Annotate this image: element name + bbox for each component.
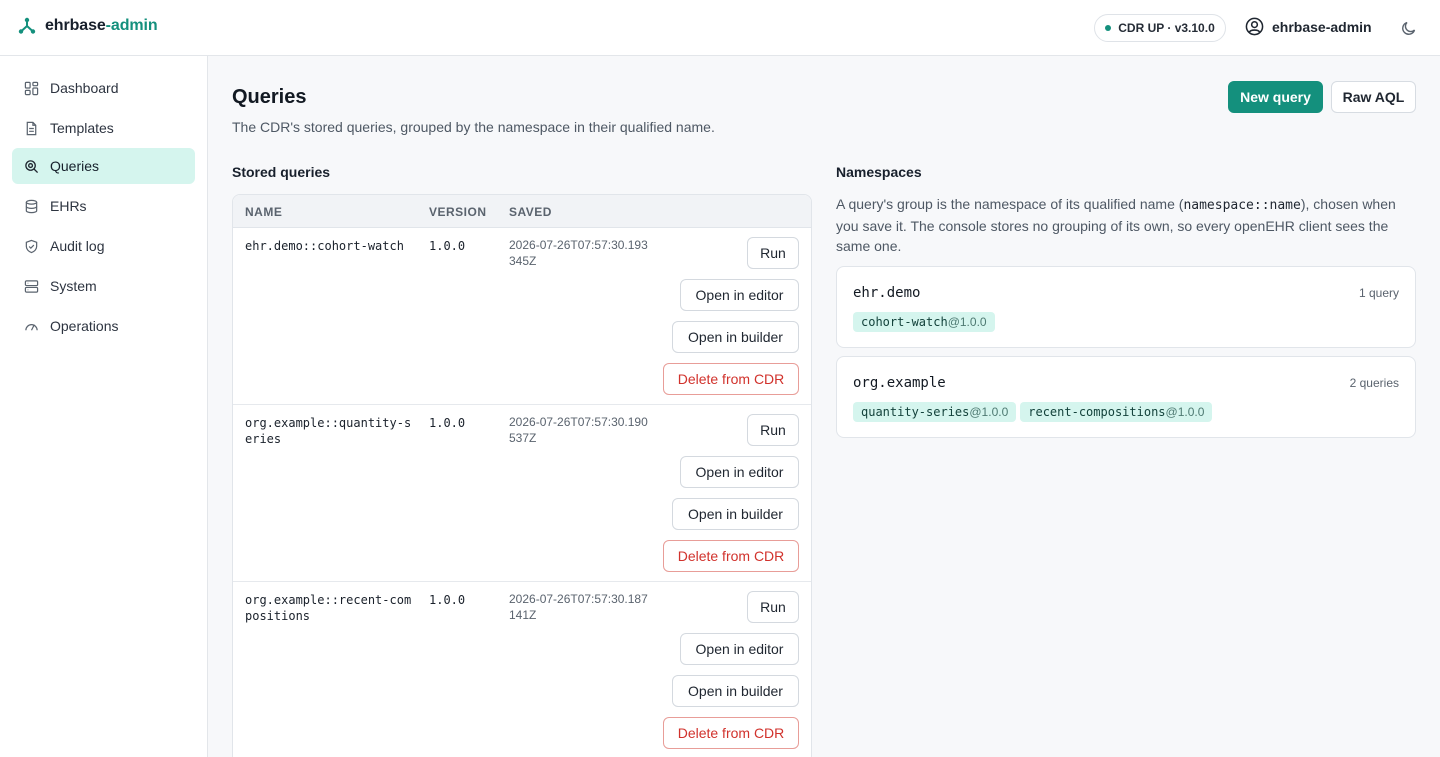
- run-button[interactable]: Run: [747, 237, 799, 269]
- namespace-card: org.example 2 queries quantity-series @1.…: [836, 356, 1416, 438]
- sidebar-item-label: Operations: [50, 318, 119, 334]
- namespace-format-code: namespace::name: [1183, 198, 1301, 213]
- server-icon: [24, 279, 39, 293]
- sidebar-item-label: Queries: [50, 158, 100, 174]
- query-name: org.example::quantity-series: [245, 416, 412, 446]
- cdr-status-text: CDR UP · v3.10.0: [1118, 21, 1215, 35]
- shield-icon: [25, 239, 38, 253]
- moon-icon[interactable]: [1400, 19, 1418, 37]
- namespace-name: ehr.demo: [853, 285, 921, 301]
- user-circle-icon: [1245, 17, 1264, 36]
- sidebar-item-dashboard[interactable]: Dashboard: [12, 70, 195, 106]
- sidebar-item-label: Templates: [50, 120, 114, 136]
- column-header-name: NAME: [245, 205, 283, 219]
- open-in-editor-button[interactable]: Open in editor: [680, 633, 799, 665]
- sidebar-item-label: EHRs: [50, 198, 87, 214]
- namespace-query-chips: cohort-watch @1.0.0: [853, 312, 995, 332]
- search-icon: [25, 159, 39, 173]
- column-header-saved: SAVED: [509, 205, 552, 219]
- grid-icon: [24, 81, 39, 95]
- namespace-query-chips: quantity-series @1.0.0 recent-composition…: [853, 402, 1213, 422]
- document-icon: [26, 121, 37, 135]
- run-button[interactable]: Run: [747, 414, 799, 446]
- sidebar: Dashboard Templates Queries EHRs Audit l…: [0, 56, 208, 757]
- user-menu[interactable]: ehrbase-admin: [1245, 17, 1372, 36]
- stored-queries-title: Stored queries: [232, 164, 331, 180]
- raw-aql-button[interactable]: Raw AQL: [1331, 81, 1416, 113]
- sidebar-item-label: Audit log: [50, 238, 105, 254]
- sidebar-item-system[interactable]: System: [12, 268, 195, 304]
- gauge-icon: [25, 323, 38, 331]
- query-saved: 2026-07-26T07:57:30.193345Z: [509, 238, 648, 268]
- delete-from-cdr-button[interactable]: Delete from CDR: [663, 363, 799, 395]
- page-subtitle: The CDR's stored queries, grouped by the…: [232, 119, 715, 135]
- top-bar: ehrbase-admin CDR UP · v3.10.0 ehrbase-a…: [0, 0, 1440, 56]
- table-row: org.example::quantity-series 1.0.0 2026-…: [233, 405, 811, 582]
- status-dot-icon: [1105, 25, 1112, 31]
- username: ehrbase-admin: [1272, 18, 1372, 35]
- namespace-query-count: 1 query: [1358, 286, 1399, 300]
- delete-from-cdr-button[interactable]: Delete from CDR: [663, 540, 799, 572]
- cdr-status-badge: CDR UP · v3.10.0: [1094, 14, 1226, 42]
- new-query-button[interactable]: New query: [1228, 81, 1323, 113]
- sidebar-item-audit-log[interactable]: Audit log: [12, 228, 195, 264]
- table-row: org.example::recent-compositions 1.0.0 2…: [233, 582, 811, 757]
- open-in-editor-button[interactable]: Open in editor: [680, 456, 799, 488]
- namespaces-description: A query's group is the namespace of its …: [836, 196, 1396, 254]
- query-name: org.example::recent-compositions: [245, 593, 412, 623]
- table-header: NAME VERSION SAVED: [233, 195, 811, 228]
- query-name: ehr.demo::cohort-watch: [245, 239, 404, 253]
- open-in-builder-button[interactable]: Open in builder: [672, 675, 799, 707]
- brand[interactable]: ehrbase-admin: [18, 17, 158, 35]
- query-saved: 2026-07-26T07:57:30.190537Z: [509, 415, 648, 445]
- sidebar-item-label: Dashboard: [50, 80, 119, 96]
- query-saved: 2026-07-26T07:57:30.187141Z: [509, 592, 648, 622]
- sidebar-item-label: System: [50, 278, 97, 294]
- query-chip[interactable]: quantity-series @1.0.0: [853, 402, 1017, 422]
- delete-from-cdr-button[interactable]: Delete from CDR: [663, 717, 799, 749]
- sidebar-item-ehrs[interactable]: EHRs: [12, 188, 195, 224]
- brand-name: ehrbase-admin: [45, 17, 158, 34]
- page-title: Queries: [232, 86, 307, 108]
- open-in-editor-button[interactable]: Open in editor: [680, 279, 799, 311]
- logo-icon: [18, 17, 36, 34]
- database-icon: [25, 199, 38, 213]
- run-button[interactable]: Run: [747, 591, 799, 623]
- query-version: 1.0.0: [429, 239, 466, 253]
- sidebar-item-templates[interactable]: Templates: [12, 110, 195, 146]
- query-version: 1.0.0: [429, 593, 466, 607]
- stored-queries-table: NAME VERSION SAVED ehr.demo::cohort-watc…: [232, 194, 812, 757]
- table-row: ehr.demo::cohort-watch 1.0.0 2026-07-26T…: [233, 228, 811, 405]
- sidebar-item-operations[interactable]: Operations: [12, 308, 195, 344]
- open-in-builder-button[interactable]: Open in builder: [672, 498, 799, 530]
- open-in-builder-button[interactable]: Open in builder: [672, 321, 799, 353]
- query-chip[interactable]: cohort-watch @1.0.0: [853, 312, 995, 332]
- namespace-query-count: 2 queries: [1349, 376, 1399, 390]
- namespace-card: ehr.demo 1 query cohort-watch @1.0.0: [836, 266, 1416, 348]
- column-header-version: VERSION: [429, 205, 487, 219]
- query-version: 1.0.0: [429, 416, 466, 430]
- namespaces-title: Namespaces: [836, 164, 922, 180]
- sidebar-item-queries[interactable]: Queries: [12, 148, 195, 184]
- namespace-name: org.example: [853, 375, 946, 391]
- query-chip[interactable]: recent-compositions @1.0.0: [1020, 402, 1213, 422]
